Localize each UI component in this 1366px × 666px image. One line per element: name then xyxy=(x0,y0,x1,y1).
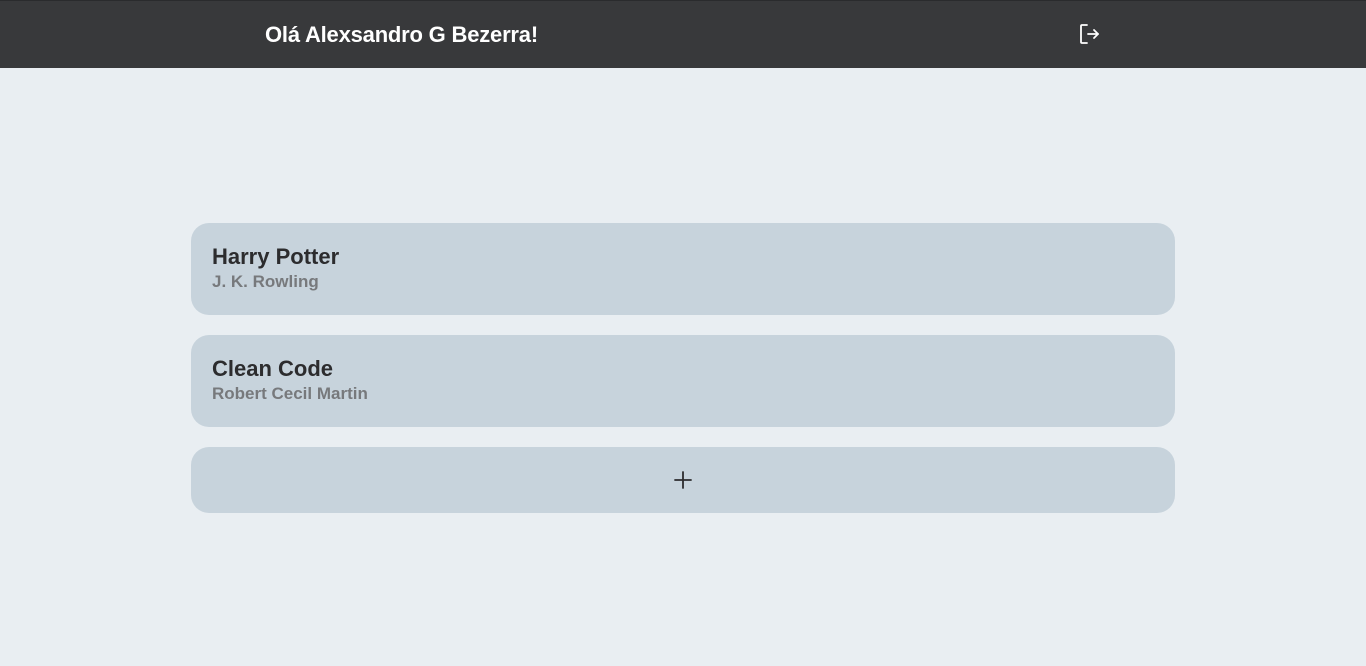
book-card-harry-potter[interactable]: Harry Potter J. K. Rowling xyxy=(191,223,1175,315)
book-list: Harry Potter J. K. Rowling Clean Code Ro… xyxy=(191,223,1175,513)
book-title: Harry Potter xyxy=(212,244,340,269)
top-bar: Olá Alexsandro G Bezerra! xyxy=(0,0,1366,68)
logout-button[interactable] xyxy=(1075,20,1103,48)
book-author: Robert Cecil Martin xyxy=(212,384,368,403)
book-author: J. K. Rowling xyxy=(212,272,319,291)
book-card-clean-code[interactable]: Clean Code Robert Cecil Martin xyxy=(191,335,1175,427)
plus-icon xyxy=(674,471,692,489)
greeting-text: Olá Alexsandro G Bezerra! xyxy=(265,22,538,47)
logout-icon xyxy=(1080,24,1099,44)
book-title: Clean Code xyxy=(212,356,334,381)
add-book-button[interactable] xyxy=(191,447,1175,513)
